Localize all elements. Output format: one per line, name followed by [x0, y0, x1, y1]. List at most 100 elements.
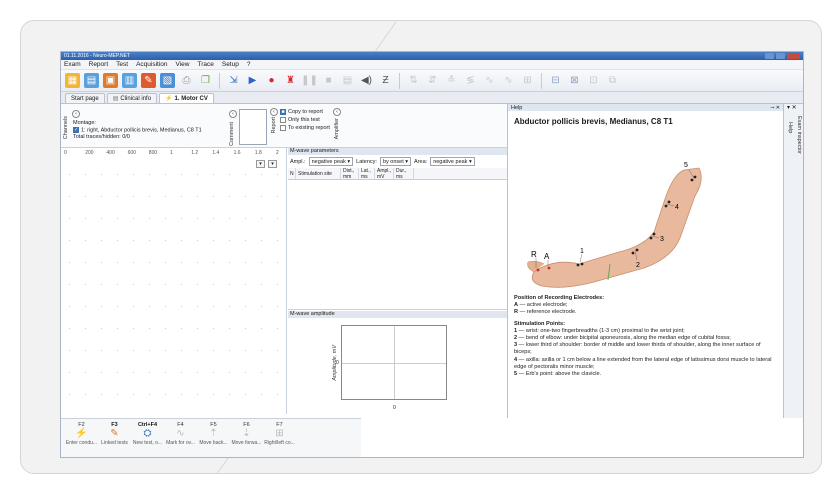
ampl-select[interactable]: negative peak ▾: [308, 157, 354, 166]
only-this-test-checkbox[interactable]: [280, 116, 286, 123]
menu-exam[interactable]: Exam: [64, 61, 81, 68]
to-existing-report-option[interactable]: To existing report: [280, 124, 330, 132]
record-icon[interactable]: ●: [264, 73, 279, 88]
fkey-enter-conduction[interactable]: F2 ⚡ Enter condu...: [65, 419, 98, 457]
play-icon[interactable]: ▶: [245, 73, 260, 88]
window-icon[interactable]: ⧉: [605, 73, 620, 88]
grid-dot: [149, 240, 151, 242]
column-latency[interactable]: Lat., ms: [359, 168, 375, 180]
fkey-mark-for-overlay[interactable]: F4 ∿ Mark for ov...: [164, 419, 197, 457]
montage-checkbox[interactable]: ✓: [73, 127, 79, 133]
tab-clinical-info[interactable]: ▤ Clinical info: [106, 93, 158, 103]
print-icon[interactable]: ⎙: [179, 73, 194, 88]
mwave-amplitude-title: M-wave amplitude: [288, 311, 507, 318]
help-side-tab[interactable]: Help: [787, 122, 793, 133]
column-stimulation-site[interactable]: Stimulation site: [296, 168, 341, 179]
template-icon[interactable]: ▧: [160, 73, 175, 88]
marker-b-icon[interactable]: ⇵: [425, 73, 440, 88]
copy-to-report-checkbox[interactable]: ■: [280, 108, 286, 115]
latency-select[interactable]: by onset ▾: [379, 157, 412, 166]
column-distance[interactable]: Dist., mm: [341, 168, 359, 180]
report-collapse-button[interactable]: ‹: [270, 108, 278, 116]
speaker-icon[interactable]: ◀): [359, 73, 374, 88]
maximize-button[interactable]: [776, 53, 785, 59]
fkey-move-forward[interactable]: F6 ⇣ Move forwa...: [230, 419, 263, 457]
report-edit-icon[interactable]: ✎: [141, 73, 156, 88]
pause-icon[interactable]: ❚❚: [301, 73, 318, 88]
pin-icon[interactable]: ⊸: [770, 105, 774, 111]
stop-icon[interactable]: ■: [321, 73, 336, 88]
exam-open-icon[interactable]: ▣: [103, 73, 118, 88]
minimize-button[interactable]: [765, 53, 774, 59]
grid-dot: [69, 328, 71, 330]
grid-dot: [149, 196, 151, 198]
grid-dot: [245, 394, 247, 396]
menu-report[interactable]: Report: [89, 61, 109, 68]
split-icon[interactable]: ⊟: [548, 73, 563, 88]
marker-e-icon[interactable]: ∿: [482, 73, 497, 88]
fkey-linked-tests[interactable]: F3 ✎ Linked tests: [98, 419, 131, 457]
amplifier-collapse-button[interactable]: ‹: [333, 108, 341, 116]
toolbar-separator: [219, 72, 220, 89]
exam-list-icon[interactable]: ▤: [84, 73, 99, 88]
marker-c-icon[interactable]: ≛: [444, 73, 459, 88]
plot-sweep-dropdown[interactable]: ▾: [268, 160, 277, 168]
fkey-right-left-compare[interactable]: F7 ⊞ Right/left co...: [263, 419, 296, 457]
grid-dot: [181, 372, 183, 374]
close-button[interactable]: [787, 53, 800, 59]
mwave-parameters-panel: M-wave parameters Ampl.: negative peak ▾…: [288, 148, 507, 310]
menu-trace[interactable]: Trace: [197, 61, 213, 68]
amplifier-label: Amplifier: [334, 118, 340, 140]
marker-d-icon[interactable]: ≶: [463, 73, 478, 88]
time-tick-label: 1.4: [212, 150, 220, 156]
grid-dot: [277, 218, 279, 220]
montage-item[interactable]: ✓ 1: right, Abductor pollicis brevis, Med…: [73, 127, 202, 134]
marker-f-icon[interactable]: ∿: [501, 73, 516, 88]
tab-motor-cv[interactable]: ⚡ 1. Motor CV: [159, 93, 214, 103]
report-label: Report: [271, 117, 277, 134]
menu-setup[interactable]: Setup: [222, 61, 239, 68]
export-icon[interactable]: ⇲: [226, 73, 241, 88]
only-this-test-option[interactable]: Only this test: [280, 116, 330, 124]
plot-scale-dropdown[interactable]: ▾: [256, 160, 265, 168]
copy-to-report-option[interactable]: ■ Copy to report: [280, 108, 330, 116]
grid-dot: [245, 196, 247, 198]
fkey-new-test[interactable]: Ctrl+F4 ⛭ New test, o...: [131, 419, 164, 457]
copy-icon[interactable]: ❐: [198, 73, 213, 88]
close-icon[interactable]: ✕: [776, 105, 780, 111]
compare-icon: ⊞: [275, 428, 284, 439]
tab-start-page[interactable]: Start page: [65, 93, 105, 103]
report-icon[interactable]: ▥: [122, 73, 137, 88]
stimulator-icon[interactable]: ♜: [283, 73, 298, 88]
inspector-controls[interactable]: ▾ ✕: [787, 104, 797, 111]
grid-dot: [261, 394, 263, 396]
channels-collapse-button[interactable]: ‹: [72, 110, 80, 118]
layout-icon[interactable]: ⊡: [586, 73, 601, 88]
lock-icon[interactable]: ⊠: [567, 73, 582, 88]
menu-help[interactable]: ?: [247, 61, 251, 68]
amplitude-chart[interactable]: [341, 325, 447, 400]
comment-collapse-button[interactable]: ‹: [229, 110, 237, 118]
area-select[interactable]: negative peak ▾: [430, 157, 475, 166]
area-label: Area:: [414, 158, 428, 165]
trace-plot[interactable]: 0 200 400 600 800 1 1.2 1.4 1.6 1.8 2 ▾ ▾: [61, 148, 287, 414]
exam-inspector-tab[interactable]: Exam inspector: [796, 116, 802, 154]
to-existing-report-checkbox[interactable]: [280, 124, 286, 131]
menu-test[interactable]: Test: [116, 61, 128, 68]
grid-dot: [149, 394, 151, 396]
column-duration[interactable]: Dur., ms: [394, 168, 414, 180]
menu-acquisition[interactable]: Acquisition: [136, 61, 167, 68]
grid-icon[interactable]: ⊞: [520, 73, 535, 88]
grid-dot: [213, 218, 215, 220]
column-n[interactable]: N: [288, 168, 296, 179]
grid-dot: [69, 306, 71, 308]
screenshot-icon[interactable]: ▤: [340, 73, 355, 88]
marker-a-icon[interactable]: ⇅: [406, 73, 421, 88]
comment-field[interactable]: [239, 109, 267, 145]
grid-dot: [85, 284, 87, 286]
patient-card-icon[interactable]: ▦: [65, 73, 80, 88]
filter-icon[interactable]: Ƶ: [378, 73, 393, 88]
fkey-move-back[interactable]: F5 ⇡ Move back...: [197, 419, 230, 457]
menu-view[interactable]: View: [176, 61, 190, 68]
column-amplitude[interactable]: Ampl., mV: [375, 168, 394, 180]
